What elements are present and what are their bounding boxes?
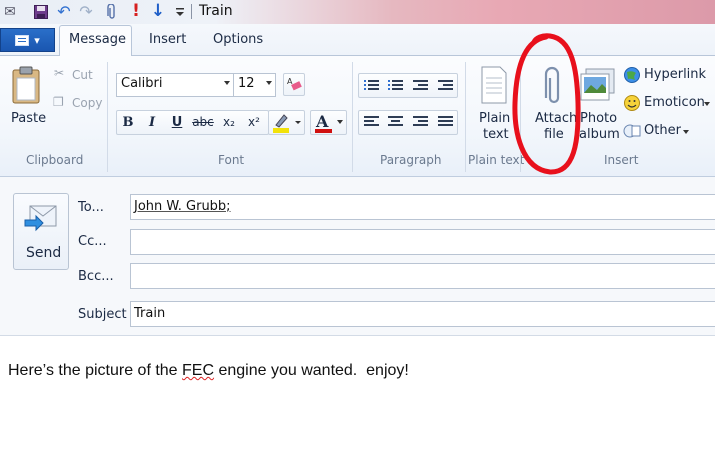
plain-text-label-2: text bbox=[483, 127, 509, 142]
cc-field[interactable] bbox=[130, 229, 715, 255]
photo-album-label-1: Photo bbox=[580, 111, 618, 126]
subject-field[interactable]: Train bbox=[130, 301, 715, 327]
divider bbox=[191, 4, 192, 19]
paste-label: Paste bbox=[11, 111, 47, 126]
emoticon-label: Emoticon bbox=[644, 95, 705, 110]
low-priority-icon[interactable]: ↓ bbox=[150, 3, 166, 20]
insert-group-label: Insert bbox=[604, 153, 639, 167]
copy-button[interactable]: Copy bbox=[72, 96, 102, 110]
undo-icon[interactable]: ↶ bbox=[56, 3, 72, 20]
high-priority-icon[interactable]: ! bbox=[128, 3, 144, 20]
font-size-select[interactable]: 12 bbox=[233, 73, 276, 97]
document-icon bbox=[15, 34, 30, 46]
cc-button[interactable]: Cc... bbox=[78, 234, 107, 249]
chevron-down-icon bbox=[704, 102, 710, 106]
align-right-icon bbox=[412, 116, 428, 128]
to-field[interactable]: John W. Grubb; bbox=[130, 194, 715, 220]
redo-icon[interactable]: ↷ bbox=[78, 3, 94, 20]
send-mail-icon bbox=[24, 205, 57, 232]
window-title: Train bbox=[199, 3, 233, 19]
font-size-value: 12 bbox=[238, 76, 255, 91]
align-left-button[interactable] bbox=[360, 111, 382, 133]
align-right-button[interactable] bbox=[409, 111, 431, 133]
decrease-indent-button[interactable] bbox=[409, 74, 431, 96]
bcc-field[interactable] bbox=[130, 263, 715, 289]
subject-label: Subject bbox=[78, 307, 127, 322]
chevron-down-icon bbox=[337, 120, 343, 124]
globe-link-icon bbox=[624, 67, 640, 83]
emoticon-button[interactable]: Emoticon bbox=[622, 94, 714, 114]
divider bbox=[465, 62, 466, 172]
chevron-down-icon bbox=[224, 81, 230, 85]
cut-icon[interactable]: ✂ bbox=[54, 66, 64, 80]
other-insert-icon bbox=[623, 124, 641, 138]
bcc-button[interactable]: Bcc... bbox=[78, 269, 114, 284]
justify-icon bbox=[437, 116, 453, 128]
numbered-list-icon bbox=[387, 79, 403, 91]
cut-button[interactable]: Cut bbox=[72, 68, 93, 82]
increase-indent-button[interactable] bbox=[434, 74, 456, 96]
paste-icon bbox=[12, 66, 40, 104]
chevron-down-icon bbox=[683, 130, 689, 134]
divider bbox=[352, 62, 353, 172]
tab-message[interactable]: Message bbox=[69, 32, 126, 47]
title-bar: ✉ ↶ ↷ ! ↓ Train bbox=[0, 0, 715, 24]
justify-button[interactable] bbox=[434, 111, 456, 133]
hyperlink-button[interactable]: Hyperlink bbox=[622, 66, 712, 86]
hyperlink-label: Hyperlink bbox=[644, 67, 707, 82]
other-label: Other bbox=[644, 123, 681, 138]
to-recipient[interactable]: John W. Grubb; bbox=[134, 199, 231, 214]
clipboard-group-label: Clipboard bbox=[26, 153, 84, 167]
underline-button[interactable]: U bbox=[166, 111, 188, 133]
bullets-button[interactable] bbox=[360, 74, 382, 96]
highlighter-icon bbox=[273, 114, 301, 133]
bold-button[interactable]: B bbox=[117, 111, 139, 133]
to-button[interactable]: To... bbox=[78, 200, 104, 215]
strikethrough-button[interactable]: abc bbox=[192, 111, 214, 133]
plain-text-label-1: Plain bbox=[479, 111, 511, 126]
send-button[interactable]: Send bbox=[13, 193, 69, 270]
save-icon[interactable] bbox=[33, 3, 49, 20]
tab-options[interactable]: Options bbox=[213, 32, 263, 47]
chevron-down-icon: ▾ bbox=[34, 33, 40, 47]
font-group-label: Font bbox=[218, 153, 245, 167]
italic-button[interactable]: I bbox=[141, 111, 163, 133]
tab-insert[interactable]: Insert bbox=[149, 32, 186, 47]
send-label: Send bbox=[26, 245, 62, 261]
increase-indent-icon bbox=[437, 79, 453, 91]
bullet-list-icon bbox=[363, 79, 379, 91]
decrease-indent-icon bbox=[412, 79, 428, 91]
app-menu-button[interactable]: ▾ bbox=[0, 28, 55, 52]
annotation-circle bbox=[512, 33, 581, 175]
highlight-button[interactable] bbox=[268, 110, 305, 135]
numbering-button[interactable] bbox=[384, 74, 406, 96]
body-text-end: engine you wanted. enjoy! bbox=[214, 362, 409, 379]
qat-dropdown-icon[interactable] bbox=[172, 3, 188, 20]
photo-album-icon bbox=[580, 68, 615, 101]
clear-formatting-button[interactable]: A bbox=[283, 73, 305, 96]
divider bbox=[107, 62, 108, 172]
align-center-button[interactable] bbox=[384, 111, 406, 133]
message-body[interactable]: Here’s the picture of the FEC engine you… bbox=[8, 362, 409, 380]
font-family-value: Calibri bbox=[121, 76, 163, 91]
emoticon-icon bbox=[624, 95, 640, 111]
font-color-button[interactable]: A bbox=[310, 110, 347, 135]
attach-small-icon[interactable] bbox=[104, 3, 120, 20]
font-color-swatch bbox=[315, 129, 332, 133]
body-text-start: Here’s the picture of the bbox=[8, 362, 183, 379]
paragraph-group-label: Paragraph bbox=[380, 153, 442, 167]
chevron-down-icon bbox=[266, 81, 272, 85]
align-left-icon bbox=[363, 116, 379, 128]
photo-album-label-2: album bbox=[579, 127, 620, 142]
other-button[interactable]: Other bbox=[622, 122, 692, 142]
subscript-button[interactable]: x₂ bbox=[218, 111, 240, 133]
align-center-icon bbox=[387, 116, 403, 128]
superscript-button[interactable]: x² bbox=[243, 111, 265, 133]
font-family-select[interactable]: Calibri bbox=[116, 73, 234, 97]
clear-formatting-icon: A bbox=[287, 77, 302, 91]
plain-text-icon bbox=[481, 66, 507, 104]
mail-app-icon: ✉ bbox=[4, 3, 16, 20]
misspelled-word: FEC bbox=[182, 362, 215, 379]
copy-icon[interactable]: ❐ bbox=[53, 95, 64, 109]
